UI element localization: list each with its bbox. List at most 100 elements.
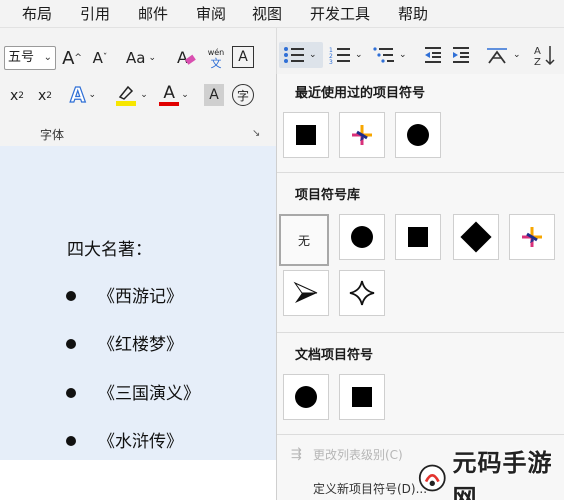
bullet-option-color-star[interactable] (339, 112, 385, 158)
bullet-option-circle[interactable] (283, 374, 329, 420)
bullet-option-circle[interactable] (339, 214, 385, 260)
menu-review[interactable]: 审阅 (196, 3, 226, 24)
text-effects-button[interactable]: A ⌄ (66, 82, 100, 108)
shrink-font-button[interactable]: Aˇ (88, 46, 112, 70)
square-bullet-icon (296, 125, 316, 145)
change-list-level-label: 更改列表级别(C) (313, 448, 403, 462)
asian-layout-button[interactable]: ⌄ (485, 44, 521, 66)
change-list-level-menu-item[interactable]: ⇶ 更改列表级别(C) (291, 446, 403, 463)
recent-bullets-title: 最近使用过的项目符号 (295, 86, 426, 101)
site-watermark: 元码手游网 (418, 449, 564, 500)
bullet-option-four-point-star[interactable] (339, 270, 385, 316)
increase-indent-icon (453, 47, 469, 63)
enclose-characters-label: 字 (236, 88, 249, 103)
bullet-option-color-star[interactable] (509, 214, 555, 260)
shrink-font-letter: A (92, 49, 103, 67)
enclose-characters-button[interactable]: 字 (232, 84, 254, 106)
dialog-launcher-icon[interactable]: ↘ (252, 128, 260, 139)
superscript-mark: 2 (46, 91, 53, 101)
list-item[interactable]: 《红楼梦》 (66, 330, 183, 355)
four-point-star-bullet-icon (349, 280, 375, 306)
none-label: 无 (297, 233, 310, 248)
color-star-bullet-icon (352, 125, 372, 145)
font-size-value: 五号 (8, 50, 35, 65)
bullet-option-arrowhead[interactable] (283, 270, 329, 316)
menu-view[interactable]: 视图 (252, 3, 282, 24)
square-bullet-icon (408, 227, 428, 247)
subscript-letter: x (9, 88, 19, 104)
superscript-button[interactable]: x2 (34, 84, 56, 108)
decrease-indent-button[interactable] (423, 44, 443, 66)
asian-layout-icon (487, 48, 507, 64)
font-color-button[interactable]: A ⌄ (156, 82, 192, 108)
bullet-library-dropdown: 最近使用过的项目符号 项目符号库 无 文档项目符号 ⇶ 更改列表级别(C) 定义… (276, 74, 564, 500)
character-border-letter: A (238, 49, 248, 65)
subscript-button[interactable]: x2 (6, 84, 28, 108)
menu-mailings[interactable]: 邮件 (138, 3, 168, 24)
bullet-icon (66, 291, 76, 301)
menu-references[interactable]: 引用 (80, 3, 110, 24)
define-new-bullet-menu-item[interactable]: 定义新项目符号(D)... (291, 480, 427, 497)
sort-button[interactable]: A Z (533, 44, 557, 66)
grow-font-button[interactable]: A ^ (60, 46, 84, 70)
multilevel-list-icon (373, 47, 394, 63)
chevron-down-icon: ⌄ (355, 50, 363, 60)
chevron-down-icon: ⌄ (43, 52, 52, 63)
bullet-option-none[interactable]: 无 (279, 214, 329, 266)
document-heading: 四大名著： (67, 240, 152, 260)
character-border-button[interactable]: A (232, 46, 254, 68)
divider (277, 434, 564, 435)
circle-bullet-icon (407, 124, 429, 146)
change-case-button[interactable]: Aa ⌄ (122, 46, 160, 70)
list-item[interactable]: 《水浒传》 (66, 427, 183, 452)
bullet-library-title: 项目符号库 (295, 188, 361, 203)
list-item[interactable]: 《三国演义》 (66, 379, 200, 404)
chevron-down-icon: ⌄ (513, 50, 521, 60)
svg-text:A: A (177, 48, 188, 67)
font-group: 五号 ⌄ A ^ Aˇ Aa ⌄ A wén 文 A x2 x2 A ⌄ ⌄ A… (0, 28, 276, 146)
square-bullet-icon (352, 387, 372, 407)
document-page[interactable]: 四大名著： 《西游记》 《红楼梦》 《三国演义》 《水浒传》 (0, 146, 276, 460)
svg-text:3: 3 (329, 59, 333, 65)
bullet-option-square[interactable] (395, 214, 441, 260)
define-new-bullet-label: 定义新项目符号(D)... (313, 482, 428, 496)
font-size-select[interactable]: 五号 ⌄ (4, 46, 56, 70)
highlight-color-button[interactable]: ⌄ (112, 82, 150, 108)
watermark-logo-icon (418, 464, 446, 492)
subscript-mark: 2 (18, 91, 25, 101)
list-item-text: 《红楼梦》 (98, 335, 183, 355)
document-bullets-title: 文档项目符号 (295, 348, 374, 363)
menu-bar: 布局 引用 邮件 审阅 视图 开发工具 帮助 (0, 0, 564, 28)
svg-text:A: A (534, 46, 541, 57)
color-star-bullet-icon (522, 227, 542, 247)
menu-help[interactable]: 帮助 (398, 3, 428, 24)
menu-layout[interactable]: 布局 (22, 3, 52, 24)
text-effects-letter: A (69, 82, 86, 107)
list-item[interactable]: 《西游记》 (66, 282, 183, 307)
list-item-text: 《水浒传》 (98, 432, 183, 452)
sort-icon: A Z (534, 46, 555, 66)
numbering-button[interactable]: 1 2 3 ⌄ (329, 44, 363, 66)
multilevel-list-button[interactable]: ⌄ (373, 44, 407, 66)
bullet-option-square[interactable] (283, 112, 329, 158)
character-shading-button[interactable]: A (204, 84, 224, 106)
bullet-option-circle[interactable] (395, 112, 441, 158)
clear-formatting-icon: A (177, 48, 196, 67)
increase-indent-button[interactable] (451, 44, 471, 66)
bullets-icon: ⌄ (283, 44, 317, 66)
font-group-label: 字体 (40, 128, 65, 142)
character-shading-letter: A (209, 87, 219, 103)
diamond-bullet-icon (460, 221, 492, 253)
bullet-icon (66, 339, 76, 349)
font-color-swatch (159, 101, 180, 106)
menu-developer[interactable]: 开发工具 (310, 3, 370, 24)
document-margin (0, 460, 276, 500)
chevron-down-icon: ⌄ (181, 90, 189, 100)
bullet-option-diamond[interactable] (453, 214, 499, 260)
circle-bullet-icon (295, 386, 317, 408)
phonetic-guide-button[interactable]: wén 文 (204, 44, 228, 72)
grow-font-letter: A (62, 47, 75, 69)
bullet-icon (66, 436, 76, 446)
bullet-option-square[interactable] (339, 374, 385, 420)
clear-formatting-button[interactable]: A (174, 46, 198, 70)
